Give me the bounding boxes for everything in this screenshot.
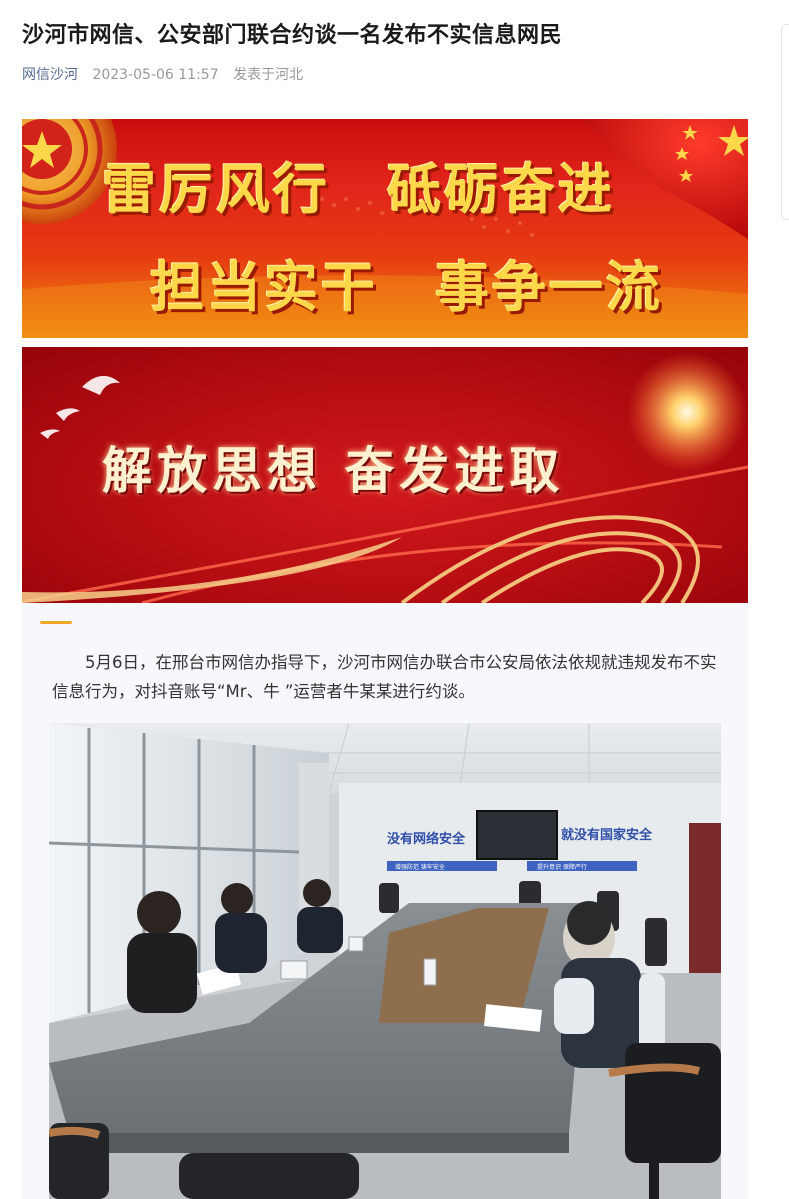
- author-link[interactable]: 网信沙河: [22, 67, 78, 83]
- banner1-slogan-line1: 雷厉风行 砥砺奋进: [102, 158, 615, 221]
- wall-slogan-left: 没有网络安全: [387, 831, 466, 847]
- person-left-3: [297, 879, 343, 953]
- wall-sub-right: 提升意识 保障严行: [537, 863, 587, 871]
- banner-slogan-1: 雷厉风行 砥砺奋进 担当实干 事争一流: [22, 119, 748, 338]
- publish-location: 发表于河北: [233, 67, 304, 83]
- dove-icon: [40, 375, 120, 439]
- meeting-photo-graphics: 没有网络安全 就没有国家安全 增强防范 铸牢安全 提升意识 保障严行: [49, 723, 721, 1199]
- banner1-slogan-line2: 担当实干 事争一流: [150, 256, 663, 319]
- wall-slogan-right: 就没有国家安全: [561, 827, 653, 843]
- banner2-slogan: 解放思想 奋发进取: [102, 441, 565, 500]
- sun-glow-icon: [627, 352, 747, 472]
- wall-sub-left: 增强防范 铸牢安全: [395, 863, 445, 871]
- side-panel-edge: [781, 24, 789, 220]
- article-paragraph: 5月6日，在邢台市网信办指导下，沙河市网信办联合市公安局依法依规就违规发布不实信…: [52, 653, 717, 701]
- tv-screen: [476, 810, 558, 860]
- publish-date: 2023-05-06 11:57: [92, 67, 219, 83]
- meeting-photo: 没有网络安全 就没有国家安全 增强防范 铸牢安全 提升意识 保障严行: [49, 723, 721, 1199]
- accent-bar: [40, 621, 72, 624]
- article-meta: 网信沙河 2023-05-06 11:57 发表于河北: [22, 64, 303, 84]
- article: 沙河市网信、公安部门联合约谈一名发布不实信息网民 网信沙河 2023-05-06…: [0, 0, 789, 1199]
- article-content: 5月6日，在邢台市网信办指导下，沙河市网信办联合市公安局依法依规就违规发布不实信…: [22, 603, 748, 1199]
- article-title: 沙河市网信、公安部门联合约谈一名发布不实信息网民: [22, 23, 563, 48]
- banner-slogan-2: 解放思想 奋发进取: [22, 347, 748, 603]
